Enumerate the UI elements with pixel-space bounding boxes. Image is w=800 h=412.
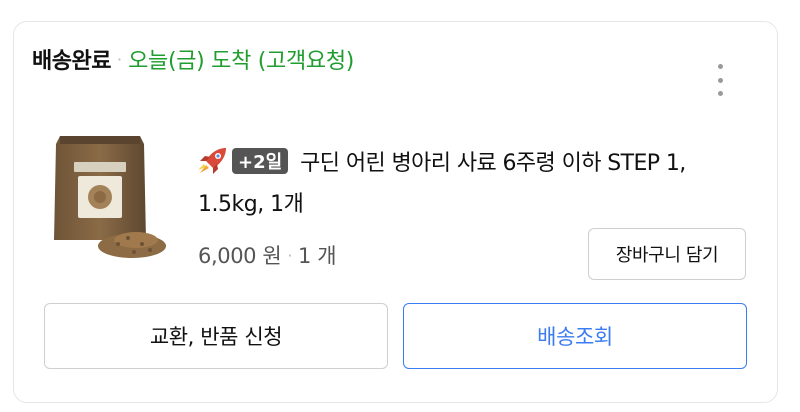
track-delivery-button[interactable]: 배송조회: [403, 303, 747, 369]
product-thumbnail[interactable]: [40, 132, 170, 264]
extra-days-badge: +2일: [232, 148, 289, 174]
price-quantity: 6,000 원 · 1 개: [198, 240, 337, 270]
status-separator: ·: [116, 49, 123, 69]
more-options-icon[interactable]: [712, 64, 728, 96]
arrival-info: 오늘(금) 도착 (고객요청): [128, 49, 355, 74]
product-name-line1[interactable]: 구딘 어린 병아리 사료 6주령 이하 STEP 1,: [300, 145, 686, 177]
rocket-delivery-icon: [198, 148, 226, 174]
product-price: 6,000 원: [198, 244, 282, 268]
product-title-line: +2일 구딘 어린 병아리 사료 6주령 이하 STEP 1,: [196, 146, 686, 176]
more-dot: [717, 91, 723, 96]
order-status-header: 배송완료 · 오늘(금) 도착 (고객요청): [32, 44, 354, 74]
more-dot: [717, 77, 723, 83]
product-name-line2[interactable]: 1.5kg, 1개: [198, 186, 304, 218]
delivery-status: 배송완료: [32, 49, 111, 74]
price-separator: ·: [287, 245, 293, 265]
exchange-return-button[interactable]: 교환, 반품 신청: [44, 303, 388, 369]
add-to-cart-button[interactable]: 장바구니 담기: [588, 228, 746, 280]
product-quantity: 1 개: [298, 244, 337, 268]
more-dot: [717, 64, 723, 69]
